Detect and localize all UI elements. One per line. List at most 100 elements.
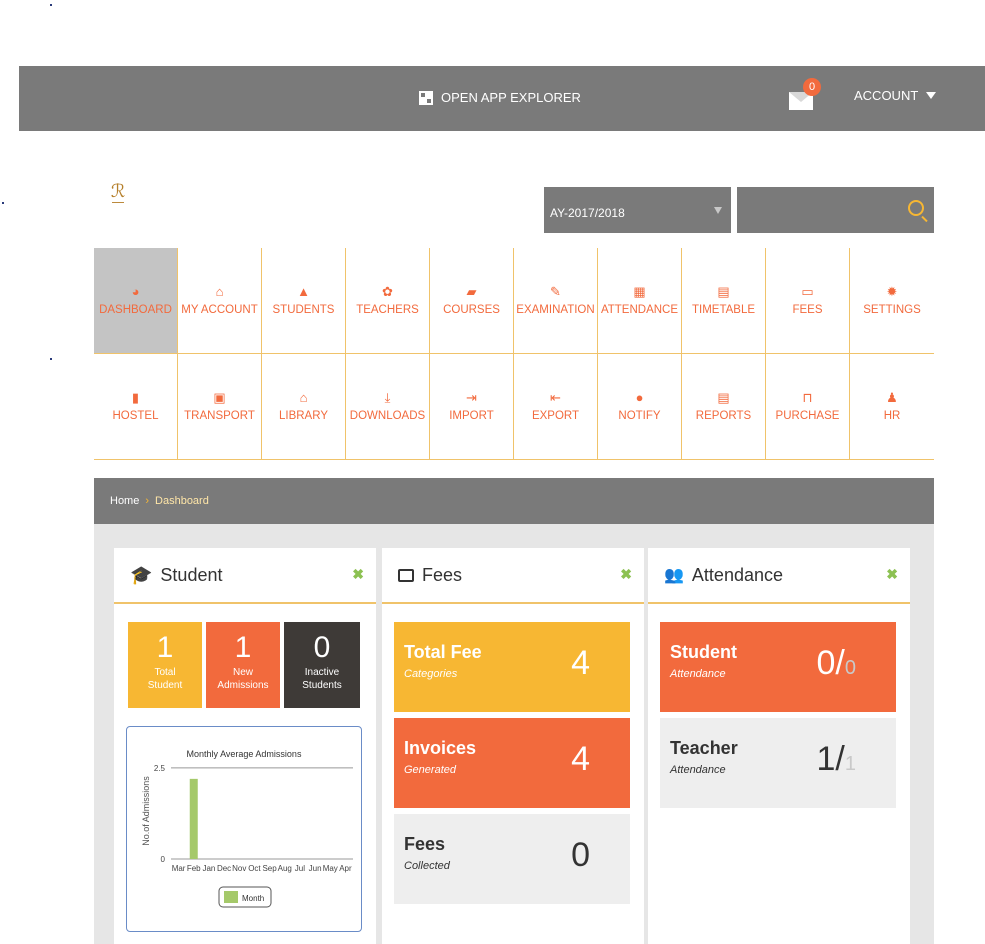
menu-item-dashboard[interactable]: ◕ DASHBOARD <box>94 248 178 354</box>
chart-bar <box>189 778 198 859</box>
attendance-total: 0 <box>844 657 856 679</box>
search-input[interactable] <box>745 197 895 223</box>
menu-item-my-account[interactable]: ⌂ MY ACCOUNT <box>178 248 262 354</box>
tile-sub: Collected <box>404 860 450 872</box>
menu-item-library[interactable]: ⌂ LIBRARY <box>262 354 346 460</box>
chart-xtick-label: Feb <box>187 864 201 873</box>
menu-item-label: EXPORT <box>531 410 580 422</box>
tile-value: 0 <box>571 836 590 874</box>
menu-item-students[interactable]: ▲ STUDENTS <box>262 248 346 354</box>
mail-count-badge: 0 <box>803 78 821 96</box>
menu-item-label: STUDENTS <box>272 304 335 316</box>
stat-label-line2: Admissions <box>217 680 269 691</box>
menu-item-settings[interactable]: ✹ SETTINGS <box>850 248 934 354</box>
menu-item-reports[interactable]: ▤ REPORTS <box>682 354 766 460</box>
newspaper-icon: ▤ <box>717 390 730 405</box>
stat-label-line2: Student <box>147 680 183 691</box>
logo-tagline: ▬▬▬▬ <box>112 200 124 204</box>
fees-collected-tile[interactable]: Fees Collected 0 <box>394 814 630 904</box>
tile-sub: Generated <box>404 764 456 776</box>
bank-icon: ⌂ <box>299 390 308 405</box>
menu-item-label: NOTIFY <box>618 410 661 422</box>
chart-legend-label: Month <box>242 894 264 903</box>
menu-item-label: ATTENDANCE <box>600 304 679 316</box>
chart-ytick-label: 0 <box>161 855 166 864</box>
stat-label-line2: Students <box>302 680 342 691</box>
menu-item-fees[interactable]: ▭ FEES <box>766 248 850 354</box>
menu-item-import[interactable]: ⇥ IMPORT <box>430 354 514 460</box>
menu-item-timetable[interactable]: ▤ TIMETABLE <box>682 248 766 354</box>
sign-out-icon: ⇤ <box>550 390 561 405</box>
open-app-explorer-button[interactable]: OPEN APP EXPLORER <box>419 90 581 105</box>
total-student-stat[interactable]: 1 Total Student <box>128 622 202 708</box>
academic-year-select[interactable]: AY-2017/2018 <box>544 187 731 233</box>
menu-item-label: REPORTS <box>695 410 752 422</box>
menu-item-label: TRANSPORT <box>184 410 255 422</box>
menu-item-label: TEACHERS <box>356 304 419 316</box>
user-icon: ♟ <box>886 390 898 405</box>
menu-item-export[interactable]: ⇤ EXPORT <box>514 354 598 460</box>
home-icon: ⌂ <box>215 284 224 299</box>
menu-item-hostel[interactable]: ▮ HOSTEL <box>94 354 178 460</box>
tile-name: Total Fee <box>404 642 482 662</box>
menu-item-label: EXAMINATION <box>516 304 595 316</box>
attendance-panel-title: Attendance <box>691 564 783 585</box>
stat-value: 1 <box>234 631 252 664</box>
search-box[interactable] <box>737 187 934 233</box>
student-panel: 🎓 Student ✖ 1 Total Student 1 New Admiss… <box>114 548 376 944</box>
admissions-chart: Monthly Average Admissions No.of Admissio… <box>126 726 362 932</box>
new-admissions-stat[interactable]: 1 New Admissions <box>206 622 280 708</box>
tile-value: 1/1 <box>817 740 856 779</box>
chart-title: Monthly Average Admissions <box>187 749 302 759</box>
inactive-students-stat[interactable]: 0 Inactive Students <box>284 622 360 708</box>
stray-dot <box>2 202 4 204</box>
menu-item-label: DOWNLOADS <box>349 410 426 422</box>
menu-item-downloads[interactable]: ⤓ DOWNLOADS <box>346 354 430 460</box>
graduation-cap-icon: ▲ <box>297 284 310 299</box>
menu-item-transport[interactable]: ▣ TRANSPORT <box>178 354 262 460</box>
menu-item-attendance[interactable]: ▦ ATTENDANCE <box>598 248 682 354</box>
caret-down-icon <box>926 92 937 99</box>
breadcrumb-home[interactable]: Home <box>110 495 139 507</box>
tile-name: Fees <box>404 834 446 854</box>
money-icon <box>398 568 414 582</box>
edit-icon: ✎ <box>550 284 561 299</box>
dashboard-content: 🎓 Student ✖ 1 Total Student 1 New Admiss… <box>94 524 934 944</box>
logo[interactable]: ℛ ▬▬▬▬ <box>103 181 133 214</box>
menu-item-notify[interactable]: ● NOTIFY <box>598 354 682 460</box>
close-icon[interactable]: ✖ <box>620 566 632 583</box>
attendance-total: 1 <box>844 753 856 775</box>
menu-item-examination[interactable]: ✎ EXAMINATION <box>514 248 598 354</box>
logo-mark: ℛ <box>110 181 126 202</box>
stray-dot <box>50 358 52 360</box>
calendar-clock-icon: ▤ <box>717 284 730 299</box>
mail-button[interactable]: 0 <box>789 78 821 110</box>
stat-label-line1: Inactive <box>304 667 340 678</box>
menu-item-hr[interactable]: ♟ HR <box>850 354 934 460</box>
menu-item-courses[interactable]: ▰ COURSES <box>430 248 514 354</box>
close-icon[interactable]: ✖ <box>886 566 898 583</box>
menu-item-teachers[interactable]: ✿ TEACHERS <box>346 248 430 354</box>
academic-year-value: AY-2017/2018 <box>550 206 625 220</box>
invoices-generated-tile[interactable]: Invoices Generated 4 <box>394 718 630 808</box>
app-explorer-label: OPEN APP EXPLORER <box>441 90 581 105</box>
student-attendance-tile[interactable]: Student Attendance 0/0 <box>660 622 896 712</box>
bus-icon: ▣ <box>213 390 226 405</box>
group-icon: 👥 <box>664 567 684 584</box>
folder-icon: ▰ <box>466 284 477 299</box>
menu-item-label: IMPORT <box>449 410 494 422</box>
menu-item-label: SETTINGS <box>863 304 921 316</box>
menu-item-purchase[interactable]: ⊓ PURCHASE <box>766 354 850 460</box>
attendance-present: 0/ <box>816 644 845 682</box>
credit-card-icon: ▭ <box>801 284 814 299</box>
stat-value: 0 <box>313 631 331 664</box>
dashboard-icon: ◕ <box>131 284 140 299</box>
download-icon: ⤓ <box>384 390 391 405</box>
search-icon[interactable] <box>908 200 924 216</box>
total-fee-categories-tile[interactable]: Total Fee Categories 4 <box>394 622 630 712</box>
tile-name: Invoices <box>404 738 477 758</box>
teacher-attendance-tile[interactable]: Teacher Attendance 1/1 <box>660 718 896 808</box>
chevron-right-icon: › <box>145 495 150 507</box>
close-icon[interactable]: ✖ <box>352 566 364 583</box>
account-menu[interactable]: ACCOUNT <box>854 88 937 103</box>
